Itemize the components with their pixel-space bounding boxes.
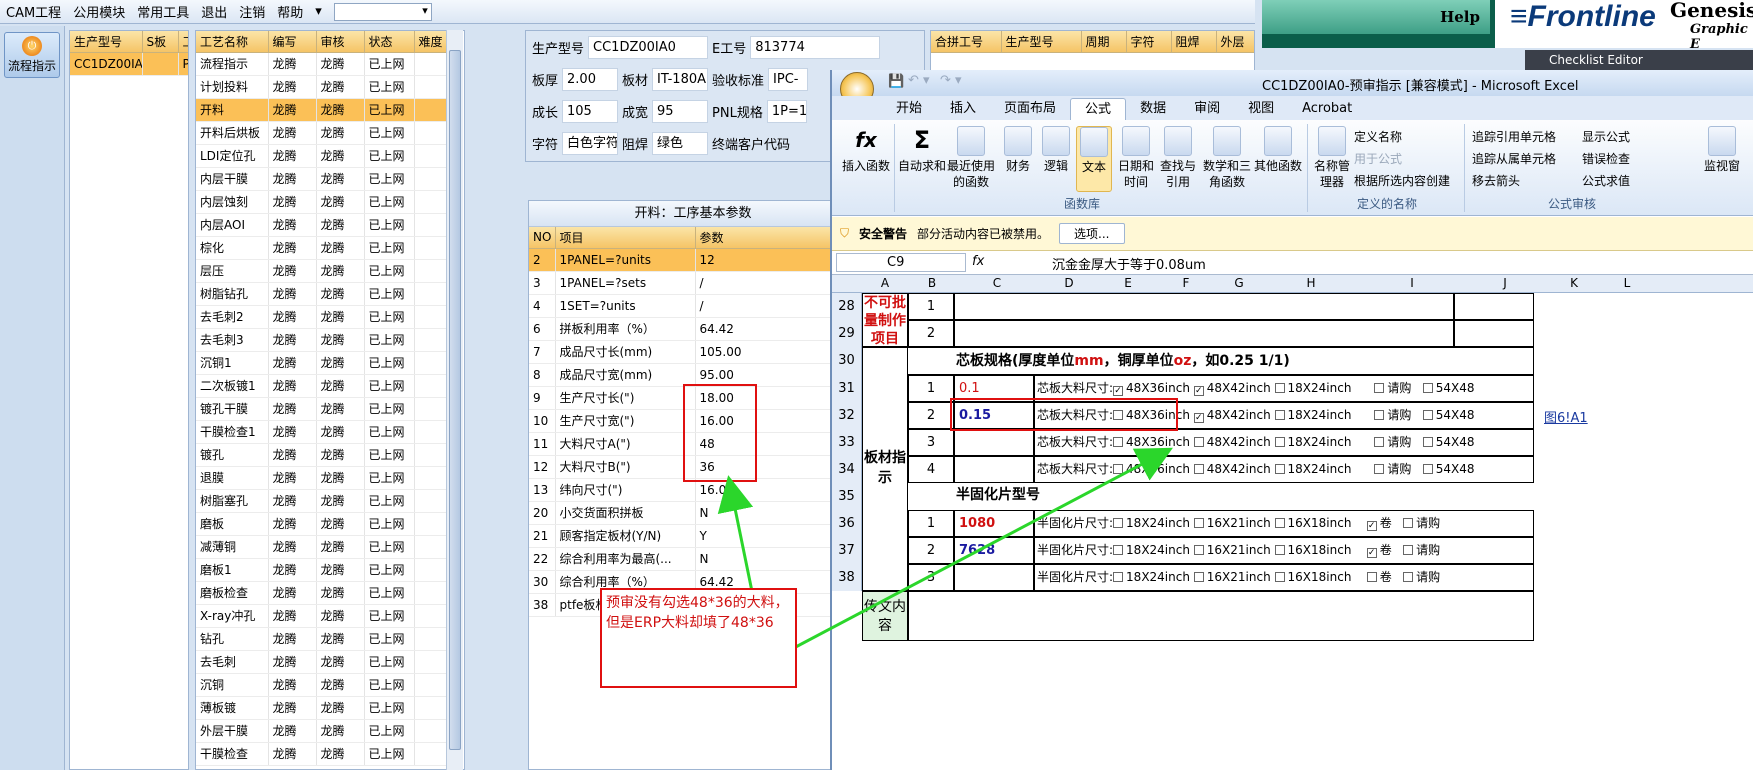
annotation-callout: 预审没有勾选48*36的大料， 但是ERP大料却填了48*36: [600, 588, 797, 688]
callout-line: 预审没有勾选48*36的大料，: [606, 595, 789, 611]
callout-line: 但是ERP大料却填了48*36: [606, 615, 774, 631]
arrow-to-checkbox: [789, 447, 1173, 652]
annotation-arrows: [717, 447, 1173, 656]
